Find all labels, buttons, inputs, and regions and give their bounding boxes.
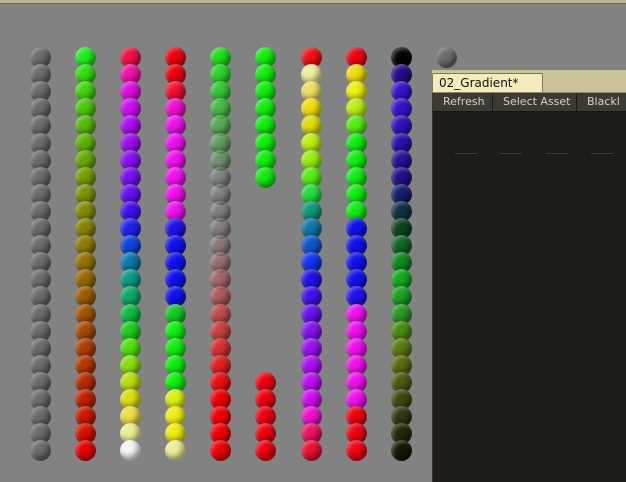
select-asset-button[interactable]: Select Asset bbox=[493, 93, 577, 111]
gradient-panel bbox=[432, 70, 626, 482]
gradient-stop-line bbox=[500, 153, 522, 154]
gradient-stop-line bbox=[591, 153, 613, 154]
sphere bbox=[255, 166, 276, 188]
gradient-stop-line bbox=[546, 153, 568, 154]
blacklist-button[interactable]: Blackl bbox=[577, 93, 626, 111]
panel-toolbar: Refresh Select Asset Blackl bbox=[433, 93, 626, 112]
tab-02-gradient[interactable]: 02_Gradient* bbox=[432, 73, 543, 92]
gradient-stop-line bbox=[455, 153, 477, 154]
refresh-button[interactable]: Refresh bbox=[433, 93, 493, 111]
viewport-top-border bbox=[0, 0, 626, 4]
sphere bbox=[436, 47, 457, 68]
